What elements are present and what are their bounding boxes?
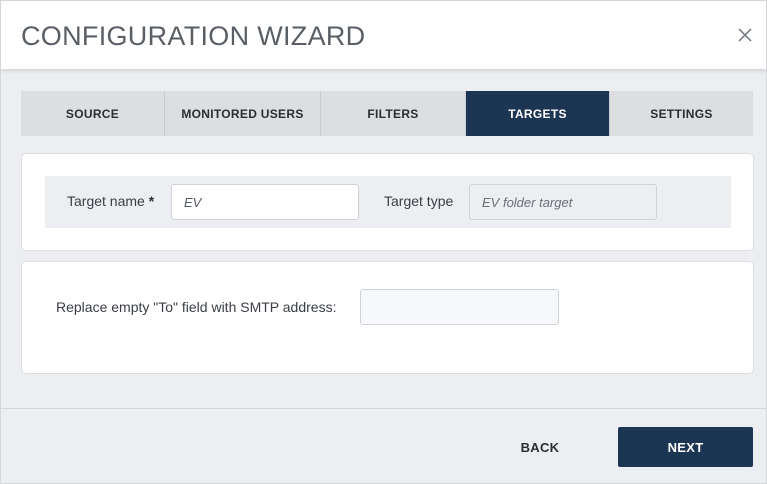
tab-settings[interactable]: SETTINGS <box>610 91 753 136</box>
target-type-field: EV folder target <box>469 184 657 220</box>
smtp-card: Replace empty "To" field with SMTP addre… <box>21 261 754 374</box>
target-type-label: Target type <box>384 193 454 209</box>
target-name-input[interactable]: EV <box>171 184 359 220</box>
target-name-label: Target name * <box>67 192 154 210</box>
dialog-header: CONFIGURATION WIZARD <box>1 1 766 69</box>
close-icon[interactable] <box>735 25 755 45</box>
next-button[interactable]: NEXT <box>618 427 753 467</box>
tab-source[interactable]: SOURCE <box>21 91 165 136</box>
tab-filters[interactable]: FILTERS <box>321 91 466 136</box>
dialog-footer: BACK NEXT <box>1 408 766 483</box>
back-button[interactable]: BACK <box>491 428 589 466</box>
target-card: Target name * EV Target type EV folder t… <box>21 153 754 251</box>
dialog-title: CONFIGURATION WIZARD <box>21 21 366 51</box>
close-icon-glyph <box>738 28 752 42</box>
wizard-tabs: SOURCE MONITORED USERS FILTERS TARGETS S… <box>21 91 753 136</box>
smtp-label: Replace empty "To" field with SMTP addre… <box>56 299 337 315</box>
tab-monitored-users[interactable]: MONITORED USERS <box>165 91 321 136</box>
smtp-address-input[interactable] <box>360 289 559 325</box>
target-row: Target name * EV Target type EV folder t… <box>45 176 731 228</box>
configuration-wizard-dialog: CONFIGURATION WIZARD SOURCE MONITORED US… <box>0 0 767 484</box>
required-mark: * <box>148 193 155 209</box>
target-name-label-text: Target name <box>67 193 145 209</box>
tab-targets[interactable]: TARGETS <box>466 91 610 136</box>
